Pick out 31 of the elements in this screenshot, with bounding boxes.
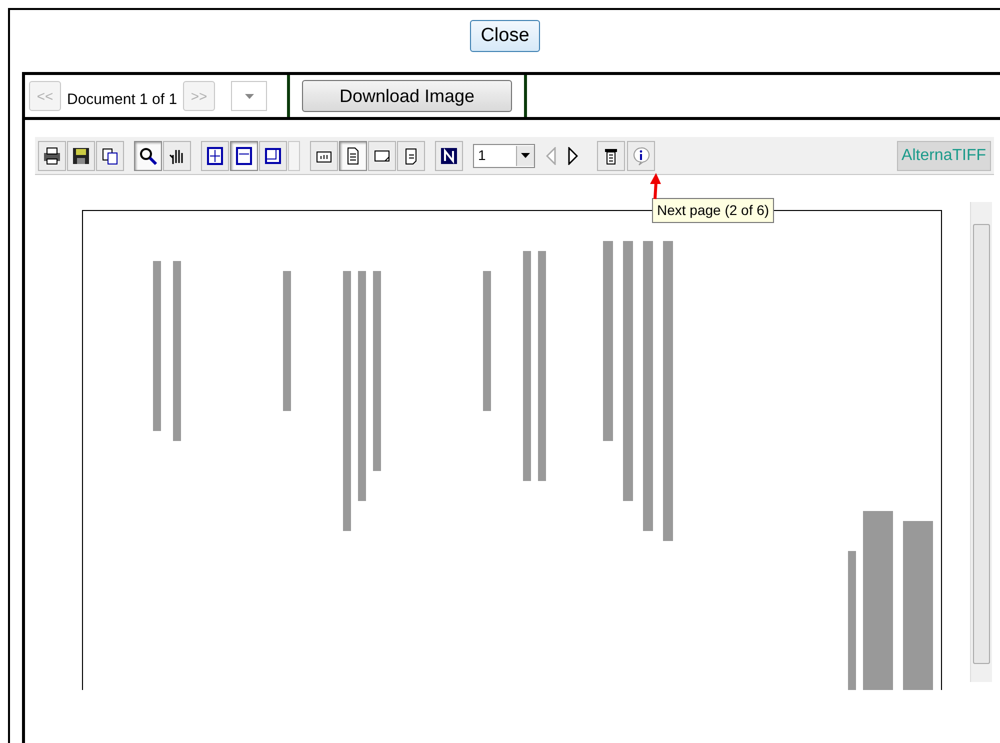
negative-button[interactable] <box>435 140 463 170</box>
fit-page-icon <box>205 146 225 166</box>
search-icon <box>138 146 158 166</box>
document-counter: Document 1 of 1 <box>67 90 178 110</box>
info-icon <box>631 146 651 166</box>
print-icon <box>42 146 62 166</box>
search-button[interactable] <box>134 140 162 170</box>
page-select[interactable]: 1 <box>473 144 535 168</box>
pointer-arrow <box>648 172 662 200</box>
properties-button[interactable] <box>597 140 625 170</box>
tooltip: Next page (2 of 6) <box>652 198 774 223</box>
fit-width-button[interactable] <box>230 140 258 170</box>
print-button[interactable] <box>38 140 66 170</box>
page-button[interactable] <box>339 140 367 170</box>
actual-size-icon <box>263 146 283 166</box>
close-button[interactable]: Close <box>470 20 540 52</box>
save-button[interactable] <box>67 140 95 170</box>
fit-page-button[interactable] <box>201 140 229 170</box>
vertical-scrollbar[interactable] <box>970 202 992 682</box>
save-icon <box>71 146 91 166</box>
copy-button[interactable] <box>96 140 124 170</box>
brand-label: AlternaTIFF <box>896 140 991 170</box>
fit-width-icon <box>234 146 254 166</box>
caret-icon <box>521 153 530 158</box>
left-triangle-icon <box>546 146 556 164</box>
copy-icon <box>100 146 120 166</box>
actual-size-button[interactable] <box>259 140 287 170</box>
caret-icon <box>244 94 254 98</box>
negative-icon <box>439 146 459 166</box>
right-triangle-icon <box>568 146 578 164</box>
download-image-button[interactable]: Download Image <box>302 80 512 112</box>
